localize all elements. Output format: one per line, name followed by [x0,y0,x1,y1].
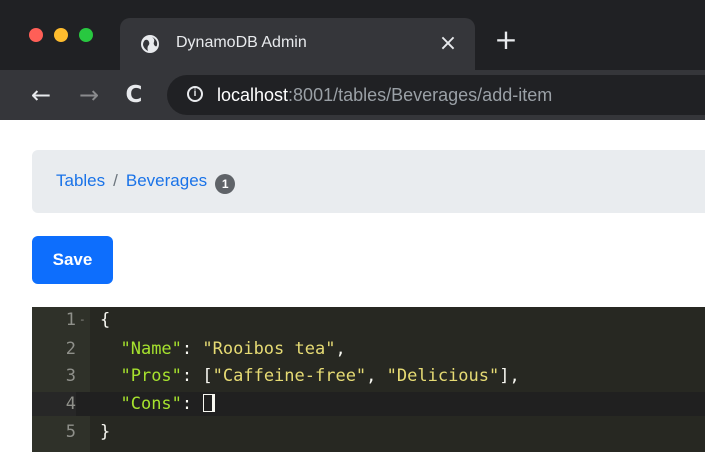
line-number: 4 [32,392,76,416]
line-number: 3 [65,366,76,386]
save-button[interactable]: Save [32,236,113,284]
code-text: "Pros": ["Caffeine-free", "Delicious"], [120,366,520,386]
item-count-badge: 1 [215,174,236,194]
minimize-window-button[interactable] [54,28,68,42]
url-text[interactable]: localhost:8001/tables/Beverages/add-item [217,85,552,106]
line-number: 1 [65,310,76,330]
code-text: "Name": "Rooibos tea", [120,339,346,359]
browser-tab[interactable]: DynamoDB Admin × [120,18,475,70]
breadcrumb: Tables / Beverages 1 [32,150,705,213]
info-icon[interactable]: i [187,86,203,102]
editor-line[interactable]: 1 - { [32,308,705,332]
url-host: localhost [217,85,289,105]
maximize-window-button[interactable] [79,28,93,42]
back-button[interactable]: ← [24,78,58,112]
address-bar[interactable]: i localhost:8001/tables/Beverages/add-it… [167,75,705,115]
reload-button[interactable]: C [117,78,151,112]
editor-line[interactable]: 3 "Pros": ["Caffeine-free", "Delicious"]… [32,364,705,388]
breadcrumb-separator: / [113,171,118,190]
tab-strip: DynamoDB Admin × + [0,0,705,70]
browser-toolbar: ← → C i localhost:8001/tables/Beverages/… [0,70,705,120]
breadcrumb-items: Tables / Beverages 1 [56,171,236,194]
globe-icon [141,35,159,53]
fold-toggle-icon[interactable]: - [79,308,86,332]
json-editor[interactable]: 1 - { 2 "Name": "Rooibos tea", 3 "Pros":… [32,307,705,452]
forward-button[interactable]: → [72,78,106,112]
breadcrumb-tables-link[interactable]: Tables [56,171,105,190]
close-window-button[interactable] [29,28,43,42]
code-text: "Cons": [100,392,215,416]
browser-chrome: DynamoDB Admin × + ← → C i localhost:800… [0,0,705,120]
code-text: { [100,310,111,330]
code-text: } [100,422,111,442]
editor-line[interactable]: 2 "Name": "Rooibos tea", [32,337,705,361]
text-cursor [213,394,215,412]
bracket-highlight [203,394,214,412]
new-tab-button[interactable]: + [492,26,520,56]
tab-close-icon[interactable]: × [435,31,461,57]
breadcrumb-beverages-link[interactable]: Beverages [126,171,207,190]
line-number: 2 [65,339,76,359]
line-number: 5 [65,422,76,442]
editor-line-active[interactable]: 4 "Cons": [32,392,705,416]
url-path: :8001/tables/Beverages/add-item [288,85,553,105]
tab-title: DynamoDB Admin [176,34,307,51]
editor-line[interactable]: 5 } [32,420,705,444]
